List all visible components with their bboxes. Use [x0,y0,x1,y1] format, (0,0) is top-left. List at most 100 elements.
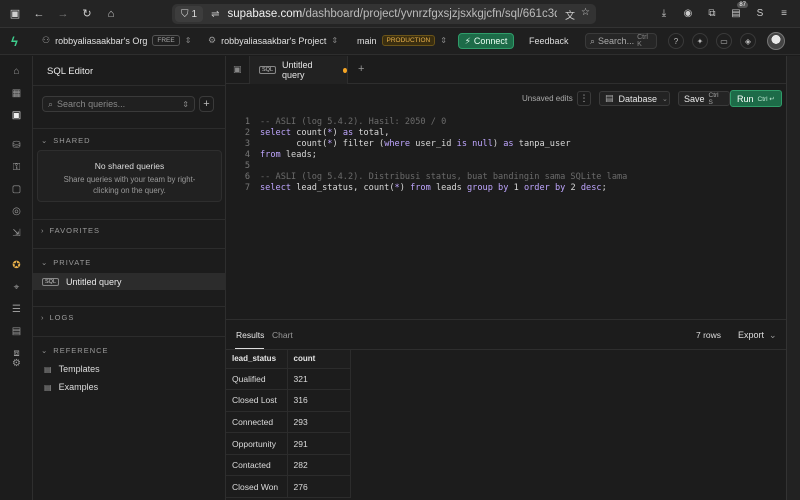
section-favorites[interactable]: › FAVORITES [41,226,100,235]
code-line-3: count(*) filter (where user_id is null) … [260,139,571,149]
table-cell[interactable]: 321 [287,368,351,391]
feedback-button[interactable]: Feedback [529,36,569,46]
table-cell[interactable]: Contacted [226,454,288,477]
sql-editor-icon[interactable]: ▣ [9,108,24,123]
table-cell[interactable]: Closed Lost [226,389,288,412]
table-cell[interactable]: 316 [287,389,351,412]
code-line[interactable]: 3 count(*) filter (where user_id is null… [226,139,800,150]
sort-dropdown-icon[interactable]: ⇕ [182,100,189,109]
supabase-logo-icon[interactable]: ϟ [11,34,18,49]
global-search[interactable]: ⌕ Search... Ctrl K [585,33,657,49]
results-panel: Results Chart 7 rows Export ⌄ lead_statu… [226,319,800,500]
extensions-icon[interactable]: ⧉ [704,5,720,21]
code-line[interactable]: 6 -- ASLI (log 5.4.2). Distribusi status,… [226,172,800,183]
add-tab-button[interactable]: + [358,63,364,75]
reference-item-examples[interactable]: ▤ Examples [44,382,98,392]
table-cell[interactable]: Closed Won [226,475,288,499]
avatar[interactable] [767,32,785,50]
code-line-4: from leads; [260,150,317,160]
org-icon: ⚇ [42,35,51,45]
tab-results[interactable]: Results [236,330,264,340]
menu-icon[interactable]: ≡ [776,5,792,21]
code-line[interactable]: 4 from leads; [226,150,800,161]
export-button[interactable]: Export ⌄ [738,330,777,341]
table-cell[interactable]: Qualified [226,368,288,391]
table-row[interactable]: Closed Won 276 [226,475,351,499]
connect-button[interactable]: ⚡ Connect [458,33,514,49]
section-shared[interactable]: ⌄ SHARED [41,136,91,145]
account-icon[interactable]: ◉ [680,5,696,21]
api-docs-icon[interactable]: ▤ [9,324,24,339]
tab-untitled-query[interactable]: SQL Untitled query [249,56,348,84]
assistant-icon[interactable]: ◈ [740,33,756,49]
tips-icon[interactable]: ✦ [692,33,708,49]
translate-icon[interactable]: 文 [565,7,575,22]
more-options-button[interactable]: ⋮ [577,91,591,106]
back-icon[interactable]: ← [30,5,48,23]
forward-icon[interactable]: → [54,5,72,23]
table-row[interactable]: Qualified 321 [226,368,351,391]
home-icon[interactable]: ⌂ [102,5,120,23]
logs-icon[interactable]: ☰ [9,302,24,317]
database-icon[interactable]: ⛁ [9,138,24,153]
table-editor-icon[interactable]: ▦ [9,86,24,101]
table-row[interactable]: Contacted 282 [226,454,351,477]
table-row[interactable]: Closed Lost 316 [226,389,351,412]
sidebar-toggle-icon[interactable]: ▣ [6,5,24,23]
table-cell[interactable]: Opportunity [226,432,288,455]
tabs-overview-icon[interactable]: ▣ [233,64,242,75]
save-button[interactable]: Save Ctrl S [678,91,730,106]
advisors-icon[interactable]: ✪ [9,258,24,273]
home-icon[interactable]: ⌂ [9,64,24,79]
table-row[interactable]: Connected 293 [226,411,351,434]
extension-s-icon[interactable]: S [752,5,768,21]
sidebar-item-untitled-query[interactable]: SQL Untitled query [33,273,226,290]
new-query-button[interactable]: + [199,96,214,112]
search-queries-input[interactable]: ⌕ Search queries... ⇕ [42,96,195,112]
page-info-icon[interactable]: ⇌ [211,9,219,20]
realtime-icon[interactable]: ⇲ [9,226,24,241]
tab-chart[interactable]: Chart [272,330,293,340]
table-cell[interactable]: 293 [287,411,351,434]
edge-functions-icon[interactable]: ◎ [9,204,24,219]
bookmark-star-icon[interactable]: ☆ [581,7,590,22]
storage-icon[interactable]: ▢ [9,182,24,197]
code-line[interactable]: 2 select count(*) as total, [226,128,800,139]
terminal-icon[interactable]: ▭ [716,33,732,49]
reference-item-templates[interactable]: ▤ Templates [44,364,100,374]
sql-file-icon: SQL [42,277,60,286]
table-cell[interactable]: Connected [226,411,288,434]
code-editor[interactable]: 1 -- ASLI (log 5.4.2). Hasil: 2050 / 0 2s… [226,112,800,319]
code-line[interactable]: 5 [226,161,800,172]
run-button[interactable]: Run Ctrl ↵ [730,90,782,107]
table-cell[interactable]: 276 [287,475,351,499]
tracking-shield[interactable]: ⛉ 1 [175,6,204,22]
table-cell[interactable]: 291 [287,432,351,455]
extension-icon[interactable]: ▤ 87 [728,2,748,21]
download-icon[interactable]: ⤓ [656,5,672,21]
section-logs[interactable]: › LOGS [41,313,74,322]
code-line[interactable]: 1 -- ASLI (log 5.4.2). Hasil: 2050 / 0 [226,117,800,128]
database-selector[interactable]: ▤ Database ⌄ [599,91,670,106]
table-row[interactable]: Opportunity 291 [226,432,351,455]
section-private[interactable]: ⌄ PRIVATE [41,258,91,267]
section-reference[interactable]: ⌄ REFERENCE [41,346,109,355]
column-header[interactable]: lead_status [226,350,288,369]
url-text[interactable]: supabase.com/dashboard/project/yvnrzfgxs… [227,8,557,20]
background-window-edge [786,56,800,500]
code-line[interactable]: 7 select lead_status, count(*) from leads… [226,183,800,194]
address-bar[interactable]: ⛉ 1 ⇌ supabase.com/dashboard/project/yvn… [172,4,596,24]
help-icon[interactable]: ? [668,33,684,49]
column-header[interactable]: count [287,350,351,369]
settings-icon[interactable]: ⚙ [9,356,24,371]
reload-icon[interactable]: ↻ [78,5,96,23]
row-count: 7 rows [696,330,722,340]
code-line-2: select count(*) as total, [260,128,390,138]
app-top-nav: ϟ ⚇ robbyaliasaakbar's Org FREE ⇕ ⚙ robb… [0,28,800,55]
table-cell[interactable]: 282 [287,454,351,477]
auth-icon[interactable]: ⚿ [9,160,24,175]
org-selector[interactable]: ⚇ robbyaliasaakbar's Org FREE ⇕ [42,35,191,46]
branch-selector[interactable]: main PRODUCTION ⇕ [357,35,447,46]
project-selector[interactable]: ⚙ robbyaliasaakbar's Project ⇕ [208,35,338,46]
reports-icon[interactable]: ⌖ [9,280,24,295]
